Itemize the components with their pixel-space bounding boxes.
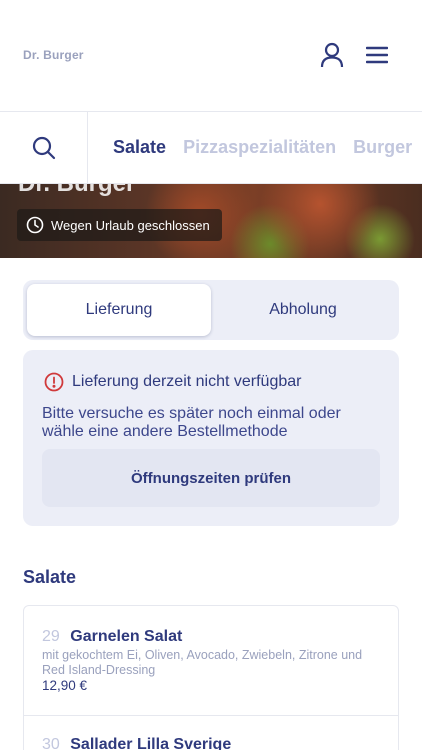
tab-pizzaspezialitaeten[interactable]: Pizzaspezialitäten [183, 137, 336, 158]
restaurant-hero: Dr. Burger Wegen Urlaub geschlossen [0, 184, 422, 258]
notice-text: Bitte versuche es später noch einmal ode… [42, 405, 341, 440]
list-item[interactable]: 29 Garnelen Salat mit gekochtem Ei, Oliv… [24, 606, 398, 716]
tab-salate[interactable]: Salate [113, 137, 166, 158]
restaurant-title: Dr. Burger [18, 184, 135, 198]
menu-list: 29 Garnelen Salat mit gekochtem Ei, Oliv… [23, 605, 399, 750]
search-button[interactable] [0, 112, 88, 183]
section-title: Salate [23, 567, 77, 587]
item-name: Sallader Lilla Sverige [70, 736, 232, 750]
check-hours-button[interactable]: Öffnungszeiten prüfen [42, 449, 380, 507]
tab-burger[interactable]: Burger [353, 137, 412, 158]
item-name: Garnelen Salat [70, 628, 183, 645]
alert-circle-icon [44, 372, 64, 392]
order-mode-toggle: Lieferung Abholung [23, 280, 399, 340]
search-icon [32, 136, 55, 160]
item-number: 29 [42, 628, 60, 645]
item-number: 30 [42, 736, 60, 750]
app-header: Dr. Burger [0, 0, 422, 112]
item-price: 12,90 € [42, 678, 88, 693]
clock-icon [26, 216, 44, 234]
pickup-option[interactable]: Abholung [211, 284, 395, 336]
hamburger-menu-icon[interactable] [362, 40, 392, 70]
user-icon[interactable] [317, 40, 347, 70]
delivery-option[interactable]: Lieferung [27, 284, 211, 336]
brand-logo[interactable]: Dr. Burger [23, 48, 84, 62]
status-text: Wegen Urlaub geschlossen [51, 217, 210, 233]
category-bar: Salate Pizzaspezialitäten Burger [0, 112, 422, 184]
delivery-notice: Lieferung derzeit nicht verfügbar Bitte … [23, 350, 399, 526]
item-description: mit gekochtem Ei, Oliven, Avocado, Zwieb… [42, 648, 363, 677]
list-item[interactable]: 30 Sallader Lilla Sverige [24, 716, 398, 750]
notice-title: Lieferung derzeit nicht verfügbar [72, 373, 302, 390]
category-tabs: Salate Pizzaspezialitäten Burger [113, 137, 422, 158]
notice-header: Lieferung derzeit nicht verfügbar [44, 372, 301, 392]
status-badge: Wegen Urlaub geschlossen [17, 209, 222, 241]
